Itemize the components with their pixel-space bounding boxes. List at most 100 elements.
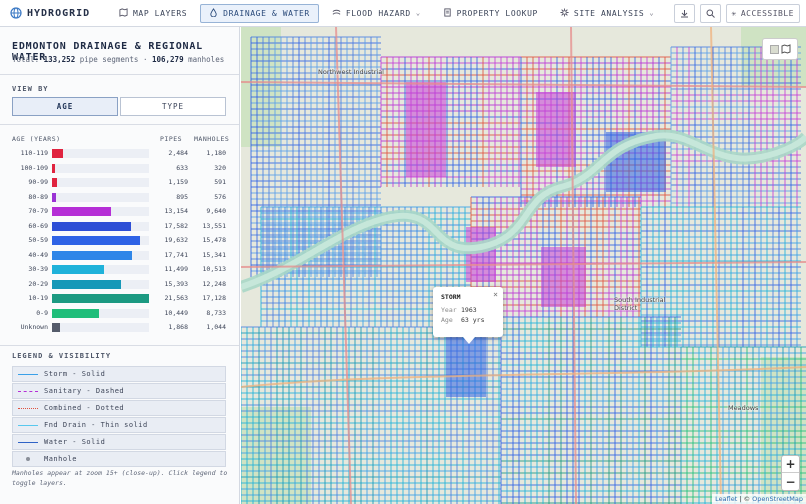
manholes-count: 15,478 xyxy=(202,236,226,244)
age-bar-track xyxy=(52,308,149,318)
age-row[interactable]: 80-89 895 576 xyxy=(0,191,239,204)
accessible-button[interactable]: ✳ ACCESSIBLE xyxy=(725,4,800,23)
manholes-count: 12,248 xyxy=(202,279,226,288)
age-bar-track xyxy=(52,163,149,173)
nav-label: SITE ANALYSIS xyxy=(573,8,645,18)
age-row[interactable]: 60-69 17,582 13,551 xyxy=(0,220,239,233)
nav-site-analysis[interactable]: SITE ANALYSIS ⌄ xyxy=(551,4,663,23)
pipes-count: 17,582 xyxy=(164,221,188,230)
pipes-count: 21,563 xyxy=(164,294,188,302)
age-row[interactable]: 0-9 10,449 8,733 xyxy=(0,307,239,320)
dense-network-block xyxy=(466,227,496,282)
popup-age-row: Age 63 yrs xyxy=(441,316,485,324)
nav-label: PROPERTY LOOKUP xyxy=(456,8,538,18)
nav-property-lookup[interactable]: PROPERTY LOOKUP xyxy=(434,4,547,23)
pipes-count: 13,154 xyxy=(164,207,188,215)
age-range-label: 70-79 xyxy=(28,207,48,215)
age-range-label: 40-49 xyxy=(28,250,48,259)
age-row[interactable]: 90-99 1,159 591 xyxy=(0,176,239,189)
manholes-column-header: MANHOLES xyxy=(194,135,230,143)
popup-year-row: Year 1963 xyxy=(441,306,477,314)
view-type-button[interactable]: TYPE xyxy=(120,97,226,116)
main-nav: MAP LAYERS DRAINAGE & WATER FLOOD HAZARD ⌄ P… xyxy=(110,3,663,23)
popup-close-button[interactable]: × xyxy=(493,290,498,299)
legend-item-sanitary[interactable]: Sanitary - Dashed xyxy=(12,383,226,399)
dense-network-block xyxy=(541,247,586,307)
download-button[interactable] xyxy=(673,4,695,23)
nav-label: MAP LAYERS xyxy=(133,8,188,18)
zoom-out-button[interactable]: − xyxy=(782,473,799,490)
age-row[interactable]: 100-109 633 320 xyxy=(0,162,239,175)
manholes-count: 576 xyxy=(214,192,226,201)
legend-swatch xyxy=(26,457,30,461)
age-bar xyxy=(52,308,100,318)
map-icon xyxy=(119,7,128,19)
globe-icon xyxy=(10,7,22,19)
view-by-label: VIEW BY xyxy=(12,85,49,93)
chevron-down-icon: ⌄ xyxy=(415,9,421,17)
pipe-network-map[interactable] xyxy=(241,27,806,504)
gear-icon xyxy=(560,7,569,19)
leaflet-link[interactable]: Leaflet xyxy=(715,495,737,503)
age-row[interactable]: 30-39 11,499 10,513 xyxy=(0,263,239,276)
pipes-column-header: PIPES xyxy=(160,135,183,143)
age-row[interactable]: 10-19 21,563 17,128 xyxy=(0,292,239,305)
flood-icon xyxy=(332,8,341,19)
age-bar xyxy=(52,279,122,289)
zoom-search-button[interactable] xyxy=(699,4,721,23)
legend-item-storm[interactable]: Storm - Solid xyxy=(12,366,226,382)
zoom-in-button[interactable]: + xyxy=(782,456,799,473)
manholes-count: 13,551 xyxy=(202,221,226,230)
age-bar xyxy=(52,265,104,274)
pipes-count: 895 xyxy=(176,192,188,201)
layers-icon xyxy=(769,44,779,54)
age-bar xyxy=(52,192,57,202)
dense-network-block xyxy=(536,92,576,167)
age-row[interactable]: 40-49 17,741 15,341 xyxy=(0,249,239,262)
map-label-northwest-industrial: Northwest Industrial xyxy=(318,68,384,76)
manholes-count: 1,180 xyxy=(206,149,226,157)
age-bar-track xyxy=(52,265,149,274)
map-view[interactable] xyxy=(241,27,806,504)
age-bar-track xyxy=(52,221,149,231)
manholes-count: 1,044 xyxy=(206,323,226,331)
nav-drainage-water[interactable]: DRAINAGE & WATER xyxy=(200,3,319,23)
manholes-count: 10,513 xyxy=(202,265,226,273)
pipes-count: 17,741 xyxy=(164,250,188,259)
age-bar-track xyxy=(52,323,149,332)
legend-item-fnd[interactable]: Fnd Drain - Thin solid xyxy=(12,417,226,433)
nav-map-layers[interactable]: MAP LAYERS xyxy=(110,4,196,23)
osm-link[interactable]: OpenStreetMap xyxy=(752,495,803,503)
legend-swatch xyxy=(18,407,38,409)
pipes-count: 1,159 xyxy=(168,178,188,186)
pipes-count: 1,868 xyxy=(168,323,188,331)
age-row[interactable]: 110-119 2,484 1,180 xyxy=(0,147,239,160)
popup-age-value: 63 yrs xyxy=(461,316,485,324)
popup-year-value: 1963 xyxy=(461,306,477,314)
app-logo[interactable]: HYDROGRID xyxy=(0,7,110,19)
age-range-label: 20-29 xyxy=(28,279,48,288)
age-row[interactable]: Unknown 1,868 1,044 xyxy=(0,321,239,334)
legend-title: LEGEND & VISIBILITY xyxy=(12,352,112,360)
legend-item-water[interactable]: Water - Solid xyxy=(12,434,226,450)
legend-label: Fnd Drain - Thin solid xyxy=(44,421,148,429)
pipe-segments-count: 133,252 xyxy=(43,55,76,64)
age-range-label: 30-39 xyxy=(28,265,48,273)
age-range-label: 10-19 xyxy=(28,294,48,302)
nav-flood-hazard[interactable]: FLOOD HAZARD ⌄ xyxy=(323,4,430,23)
age-row[interactable]: 70-79 13,154 9,640 xyxy=(0,205,239,218)
age-bar-track xyxy=(52,236,149,245)
age-row[interactable]: 50-59 19,632 15,478 xyxy=(0,234,239,247)
dense-network-block xyxy=(446,337,486,397)
legend-label: Manhole xyxy=(44,455,78,463)
download-icon xyxy=(680,10,688,18)
view-age-button[interactable]: AGE xyxy=(12,97,118,116)
sun-icon: ✳ xyxy=(731,9,737,18)
manholes-count: 591 xyxy=(214,178,226,186)
layers-control[interactable] xyxy=(762,38,798,60)
map-label-meadows: Meadows xyxy=(728,404,759,412)
legend-item-manhole[interactable]: Manhole xyxy=(12,451,226,467)
age-row[interactable]: 20-29 15,393 12,248 xyxy=(0,278,239,291)
legend-item-combined[interactable]: Combined - Dotted xyxy=(12,400,226,416)
legend-note: Manholes appear at zoom 15+ (close-up). … xyxy=(12,469,228,487)
